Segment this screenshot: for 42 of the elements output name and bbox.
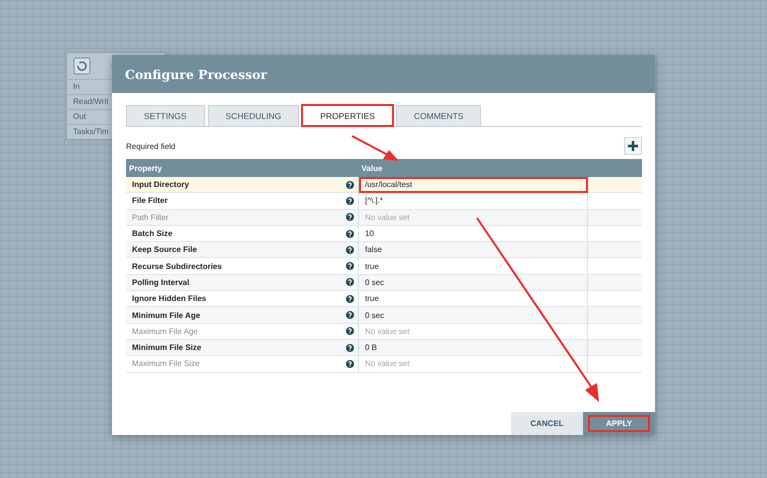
help-icon[interactable]	[346, 360, 354, 368]
property-value[interactable]: [^\.].*	[358, 192, 588, 210]
property-value[interactable]: 0 B	[358, 339, 588, 356]
help-icon[interactable]	[346, 213, 354, 222]
cancel-button[interactable]: CANCEL	[511, 412, 583, 435]
column-header: Property	[126, 159, 358, 177]
property-value[interactable]: 0 sec	[358, 306, 588, 324]
property-value[interactable]: /usr/local/test	[358, 177, 588, 193]
help-icon[interactable]	[346, 278, 354, 286]
annotation-arrow	[352, 135, 399, 161]
property-name: Minimum File Age	[126, 306, 346, 324]
help-icon[interactable]	[346, 294, 354, 303]
property-name: Minimum File Size	[126, 339, 346, 356]
property-name: Maximum File Size	[126, 356, 346, 372]
property-name: Path Filter	[126, 209, 346, 226]
refresh-icon	[73, 57, 91, 75]
property-name: Polling Interval	[126, 274, 346, 291]
tab[interactable]: SCHEDULING	[208, 105, 300, 126]
property-value[interactable]: 0 sec	[358, 274, 588, 291]
property-name: Recurse Subdirectories	[126, 258, 346, 274]
help-icon[interactable]	[346, 246, 354, 254]
help-icon[interactable]	[346, 327, 354, 336]
help-icon[interactable]	[346, 344, 354, 352]
add-property-button[interactable]	[624, 137, 642, 155]
help-icon[interactable]	[346, 180, 354, 189]
property-name: Maximum File Age	[126, 323, 346, 340]
help-icon[interactable]	[346, 230, 354, 238]
property-name: File Filter	[126, 192, 346, 210]
help-icon[interactable]	[346, 196, 354, 205]
property-name: Keep Source File	[126, 242, 346, 258]
dialog-title: Configure Processor	[112, 55, 655, 93]
property-value[interactable]: true	[358, 258, 588, 274]
help-icon[interactable]	[346, 262, 354, 270]
plus-icon	[628, 141, 638, 151]
property-name: Input Directory	[126, 177, 346, 193]
column-header: Value	[358, 159, 642, 177]
tab[interactable]: COMMENTS	[396, 105, 482, 126]
help-icon[interactable]	[346, 311, 354, 320]
required-field-note: Required field	[126, 142, 176, 150]
property-value[interactable]: false	[358, 242, 588, 258]
tab[interactable]: PROPERTIES	[302, 105, 393, 126]
tab[interactable]: SETTINGS	[126, 105, 205, 126]
